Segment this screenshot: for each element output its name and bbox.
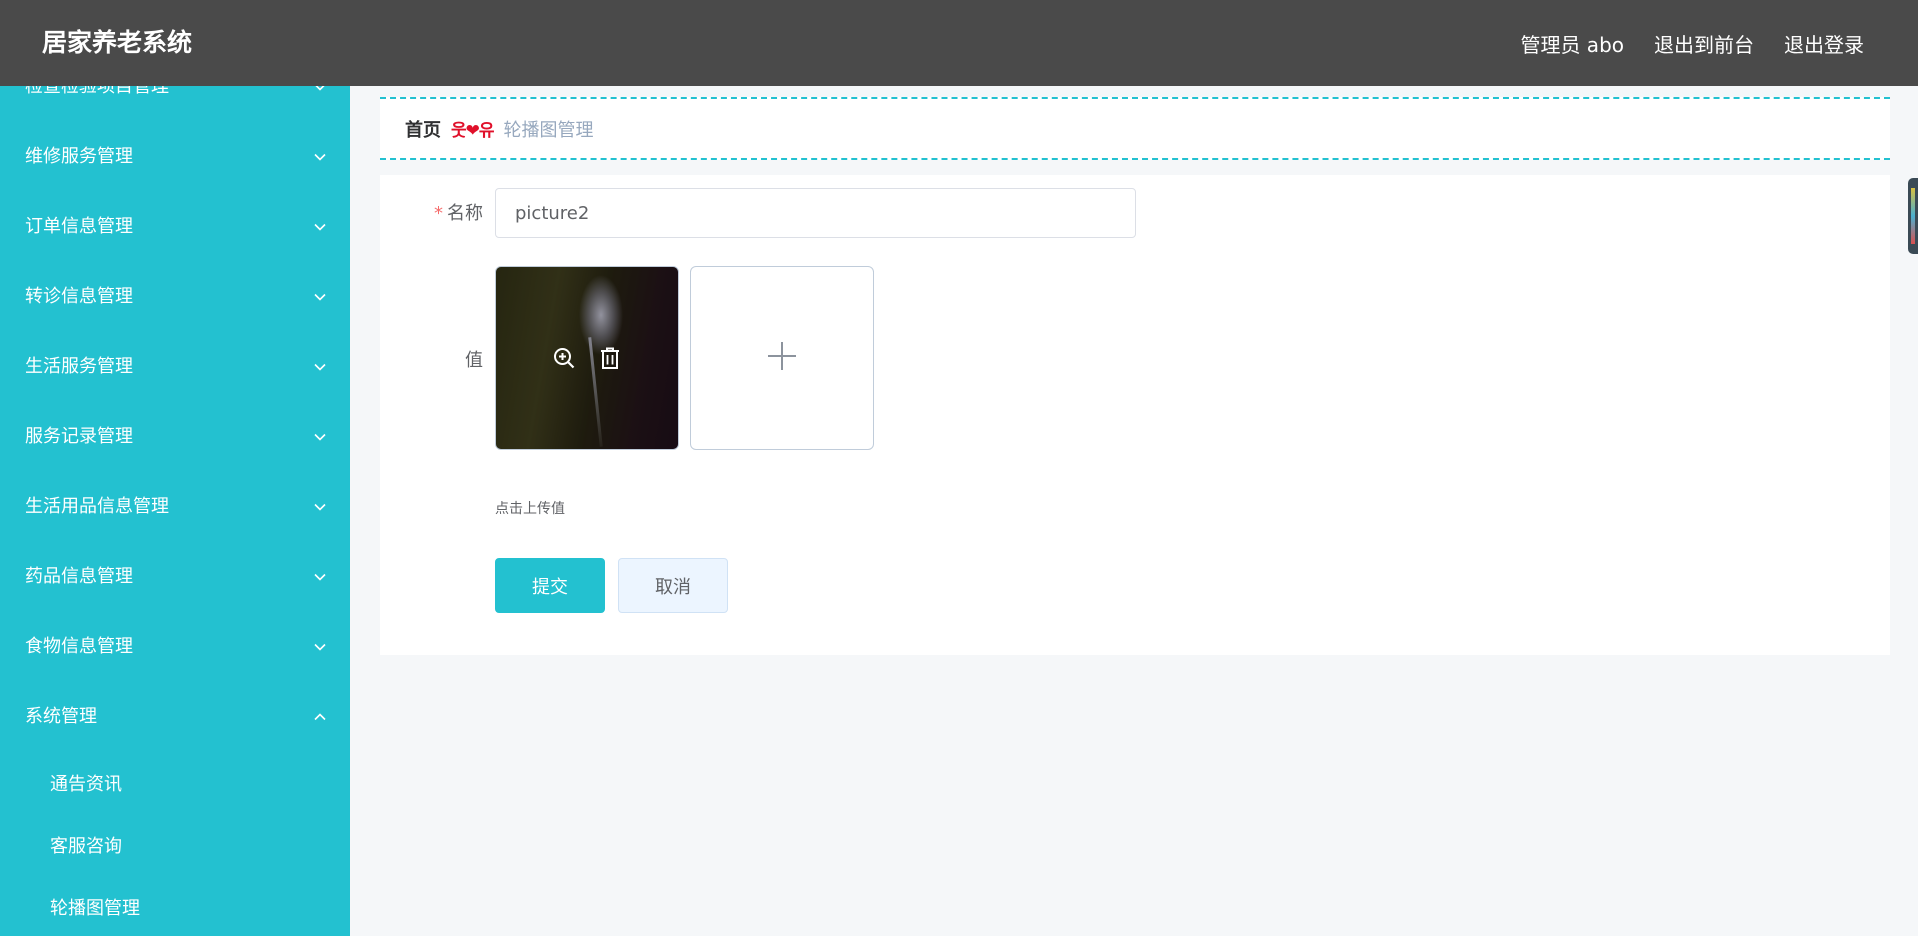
sidebar-subitem-carousel[interactable]: 轮播图管理 [0,878,350,936]
chevron-up-icon [314,682,326,752]
breadcrumb-current: 轮播图管理 [503,119,594,141]
chevron-down-icon [314,86,326,122]
breadcrumb: 首页 웃❤유 轮播图管理 [405,99,594,158]
sidebar-item-repair-service[interactable]: 维修服务管理 [0,122,350,192]
sidebar-item-food[interactable]: 食物信息管理 [0,612,350,682]
sidebar-item-label: 订单信息管理 [25,216,133,237]
sidebar-item-referral[interactable]: 转诊信息管理 [0,262,350,332]
chevron-down-icon [314,192,326,262]
sidebar-subitem-notices[interactable]: 通告资讯 [0,754,350,816]
sidebar-subitem-label: 轮播图管理 [50,898,140,919]
top-bar: 居家养老系统 管理员 abo 退出到前台 退出登录 [0,0,1918,86]
sidebar-item-label: 系统管理 [25,706,97,727]
user-label: 管理员 abo [1520,32,1624,57]
sidebar-item-label: 药品信息管理 [25,566,133,587]
plus-icon [766,340,798,376]
name-field-label: * 名称 [430,199,483,225]
sidebar-item-orders[interactable]: 订单信息管理 [0,192,350,262]
value-field-label: 值 [465,350,483,371]
upload-hint: 点击上传值 [495,501,565,517]
chevron-down-icon [314,262,326,332]
sidebar-item-life-service[interactable]: 生活服务管理 [0,332,350,402]
sidebar-item-label: 生活用品信息管理 [25,496,169,517]
sidebar-item-label: 食物信息管理 [25,636,133,657]
chevron-down-icon [314,402,326,472]
chevron-down-icon [314,122,326,192]
breadcrumb-separator: 웃❤유 [451,121,495,141]
logout-link[interactable]: 退出登录 [1784,29,1864,58]
sidebar-subitem-label: 通告资讯 [50,774,122,795]
sidebar-item-inspection-items[interactable]: 检查检验项目管理 [0,86,350,122]
breadcrumb-home[interactable]: 首页 [405,116,441,142]
sidebar-item-system[interactable]: 系统管理 [0,682,350,752]
sidebar: 检查检验项目管理 维修服务管理 订单信息管理 转诊信息管理 生活服务管理 服务记… [0,86,350,936]
chevron-down-icon [314,612,326,682]
breadcrumb-bar: 首页 웃❤유 轮播图管理 [380,97,1890,160]
chevron-down-icon [314,542,326,612]
sidebar-item-label: 检查检验项目管理 [25,86,169,97]
upload-trigger[interactable] [690,266,874,450]
sidebar-item-label: 转诊信息管理 [25,286,133,307]
chevron-down-icon [314,472,326,542]
trash-icon[interactable] [598,346,622,370]
required-mark: * [434,203,443,224]
to-front-link[interactable]: 退出到前台 [1654,29,1754,58]
sidebar-subitem-customer-service[interactable]: 客服咨询 [0,816,350,878]
sidebar-item-daily-goods[interactable]: 生活用品信息管理 [0,472,350,542]
edit-form: *名称 值 点击上传值 提交 取消 [380,175,1890,655]
sidebar-item-label: 维修服务管理 [25,146,133,167]
floating-side-widget[interactable] [1908,178,1918,254]
header-actions: 管理员 abo 退出到前台 退出登录 [1520,0,1864,86]
chevron-down-icon [314,332,326,402]
zoom-in-icon[interactable] [552,346,576,370]
cancel-button[interactable]: 取消 [618,558,728,613]
sidebar-item-service-records[interactable]: 服务记录管理 [0,402,350,472]
submit-button[interactable]: 提交 [495,558,605,613]
sidebar-item-label: 生活服务管理 [25,356,133,377]
sidebar-item-medicine[interactable]: 药品信息管理 [0,542,350,612]
name-input[interactable] [495,188,1136,238]
uploaded-image-thumbnail[interactable] [495,266,679,450]
sidebar-subitem-label: 客服咨询 [50,836,122,857]
sidebar-item-label: 服务记录管理 [25,426,133,447]
thumbnail-actions-overlay [496,267,678,449]
app-title: 居家养老系统 [42,28,193,57]
name-label-text: 名称 [447,203,483,224]
